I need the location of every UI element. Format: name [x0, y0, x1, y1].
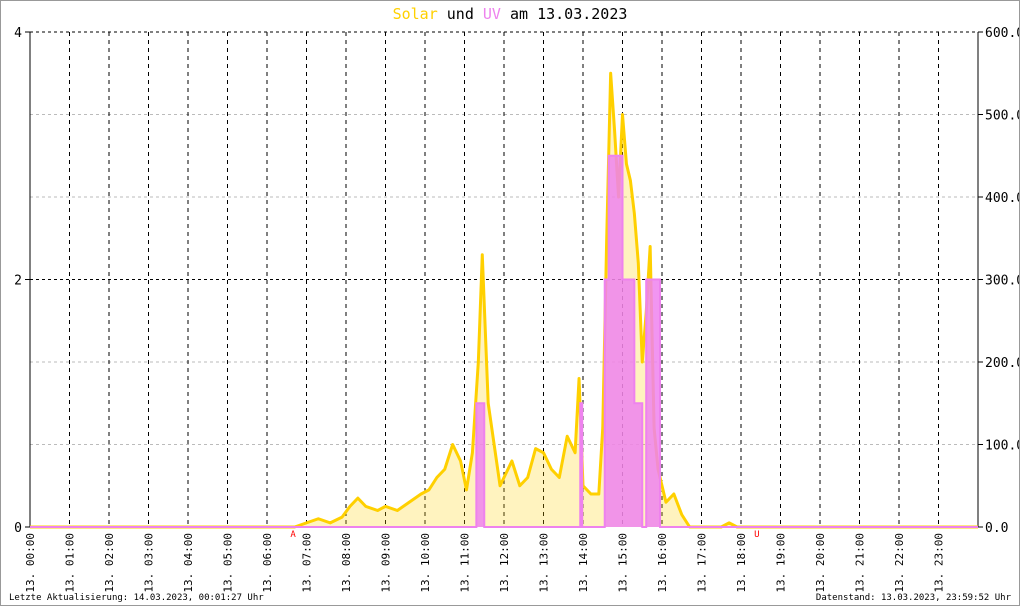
x-tick-label: 13. 19:00: [775, 533, 788, 593]
x-tick-label: 13. 14:00: [577, 533, 590, 593]
footer-data-status: Datenstand: 13.03.2023, 23:59:52 Uhr: [815, 593, 1011, 603]
x-tick-label: 13. 13:00: [538, 533, 551, 593]
left-tick-label: 0: [14, 521, 22, 536]
right-tick-label: 100.0: [985, 439, 1019, 454]
x-tick-label: 13. 03:00: [143, 533, 156, 593]
x-tick-label: 13. 02:00: [103, 533, 116, 593]
x-tick-label: 13. 05:00: [222, 533, 235, 593]
marker-U: U: [754, 530, 759, 540]
footer-last-update: Letzte Aktualisierung: 14.03.2023, 00:01…: [9, 593, 264, 603]
x-tick-label: 13. 09:00: [380, 533, 393, 593]
x-tick-label: 13. 08:00: [340, 533, 353, 593]
x-tick-label: 13. 15:00: [617, 533, 630, 593]
left-tick-label: 4: [14, 26, 22, 41]
x-tick-label: 13. 04:00: [182, 533, 195, 593]
x-tick-label: 13. 11:00: [459, 533, 472, 593]
x-tick-label: 13. 22:00: [893, 533, 906, 593]
x-tick-label: 13. 10:00: [419, 533, 432, 593]
right-tick-label: 0.0: [985, 521, 1008, 536]
right-tick-label: 500.0: [985, 109, 1019, 124]
x-tick-label: 13. 21:00: [854, 533, 867, 593]
chart-svg: 0.0 100.0 200.0 300.0 400.0 500.0 600.0 0 2 4 13. …: [14, 26, 1019, 593]
right-tick-label: 400.0: [985, 191, 1019, 206]
x-tick-label: 13. 01:00: [64, 533, 77, 593]
x-tick-label: 13. 00:00: [24, 533, 37, 593]
x-tick-label: 13. 07:00: [301, 533, 314, 593]
right-tick-label: 600.0: [985, 26, 1019, 41]
x-tick-label: 13. 17:00: [696, 533, 709, 593]
x-tick-label: 13. 06:00: [261, 533, 274, 593]
x-tick-label: 13. 12:00: [498, 533, 511, 593]
x-tick-label: 13. 18:00: [735, 533, 748, 593]
marker-A: A: [290, 530, 296, 540]
right-tick-label: 300.0: [985, 274, 1019, 289]
right-tick-label: 200.0: [985, 356, 1019, 371]
x-tick-label: 13. 23:00: [933, 533, 946, 593]
x-tick-label: 13. 20:00: [814, 533, 827, 593]
x-tick-label: 13. 16:00: [656, 533, 669, 593]
chart-window: Solar und UV am 13.03.2023 0.0100.0200.0…: [0, 0, 1020, 606]
left-tick-label: 2: [14, 274, 22, 289]
